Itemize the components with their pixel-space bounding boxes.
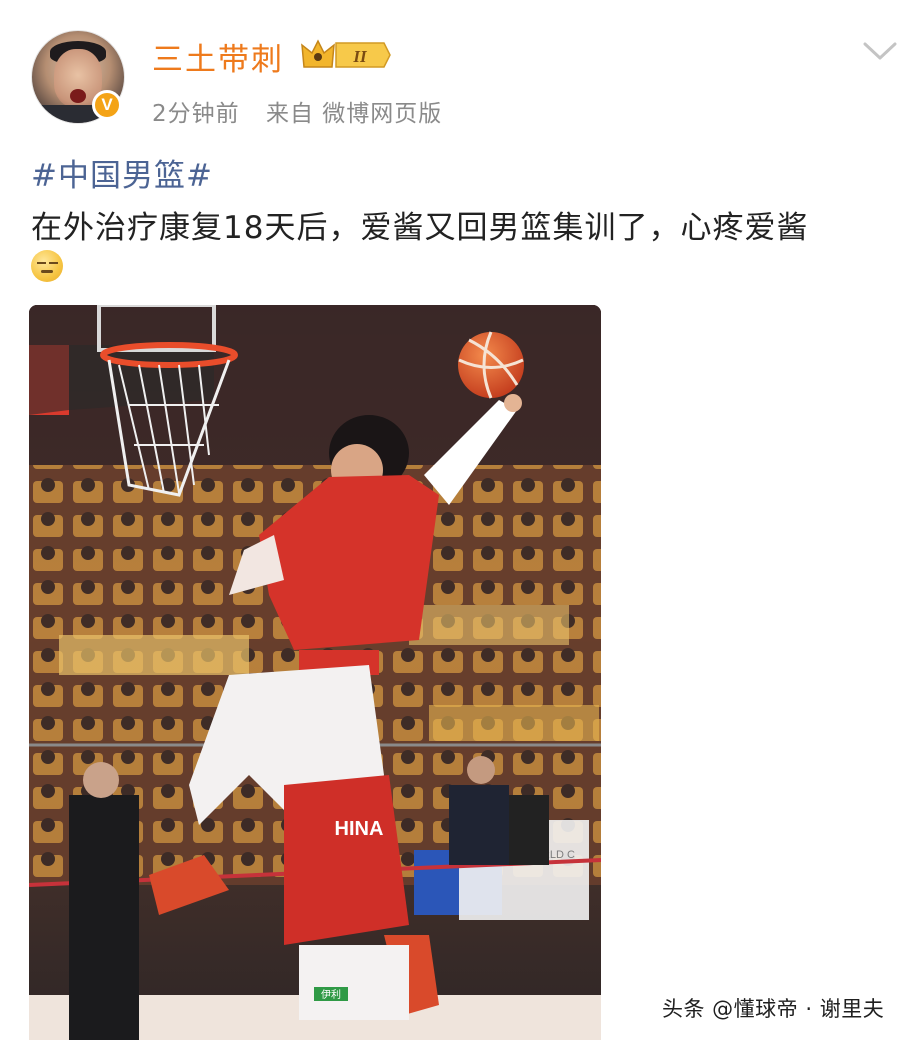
post-meta: 2分钟前 来自 微博网页版 [152, 94, 460, 128]
watermark: 头条 @懂球帝 · 谢里夫 [662, 997, 885, 1021]
chevron-down-icon[interactable] [862, 38, 898, 64]
basketball [458, 331, 524, 399]
username[interactable]: 三土带刺 [152, 34, 284, 79]
verified-badge-icon: V [92, 90, 122, 120]
post-source[interactable]: 来自 微博网页版 [266, 101, 442, 127]
post-time: 2分钟前 [152, 101, 240, 127]
dunk-photo-illustration: WORLD C [29, 305, 601, 1040]
avatar-mouth [70, 89, 86, 103]
vip-crown-badge-icon: II [301, 39, 391, 68]
teammate-player: HINA 伊利 [284, 775, 409, 1020]
hashtag-link[interactable]: #中国男篮# [31, 150, 213, 195]
shoe-badge-text: 伊利 [321, 989, 341, 1001]
jersey-text: HINA [335, 818, 384, 840]
speechless-face-emoji-icon [31, 250, 63, 282]
level-badge-text: II [352, 47, 368, 66]
post-text: 在外治疗康复18天后，爱酱又回男篮集训了，心疼爱酱 [31, 210, 809, 246]
post-photo[interactable]: WORLD C [29, 305, 601, 1040]
